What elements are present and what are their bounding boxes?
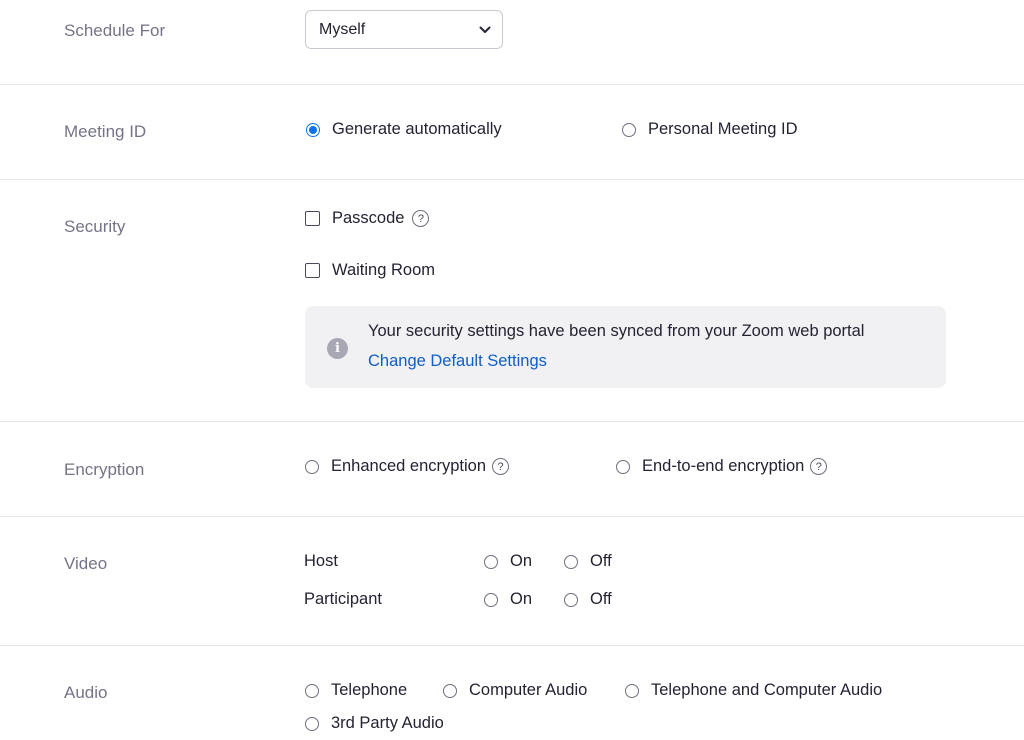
meeting-id-label: Meeting ID	[64, 122, 147, 141]
radio-checked[interactable]	[306, 122, 320, 137]
passcode-checkbox[interactable]: Passcode ?	[305, 209, 430, 228]
enhanced-encryption-radio[interactable]: Enhanced encryption ?	[305, 457, 510, 476]
meeting-id-generate-label: Generate automatically	[332, 120, 502, 138]
video-participant-off-label: Off	[590, 590, 612, 608]
meeting-id-generate-radio[interactable]: Generate automatically	[306, 120, 502, 139]
schedule-for-value: Myself	[319, 21, 366, 38]
divider	[0, 421, 1024, 422]
end-to-end-encryption-label: End-to-end encryption	[642, 457, 805, 475]
audio-computer-label: Computer Audio	[469, 681, 588, 699]
schedule-for-label: Schedule For	[64, 21, 166, 40]
video-host-on-label: On	[510, 552, 533, 570]
security-info-banner: i Your security settings have been synce…	[305, 306, 946, 388]
enhanced-encryption-label: Enhanced encryption	[331, 457, 487, 475]
meeting-id-personal-label: Personal Meeting ID	[648, 120, 798, 138]
audio-telephone-radio[interactable]: Telephone	[305, 681, 407, 700]
radio[interactable]	[564, 592, 578, 607]
video-host-label: Host	[304, 552, 338, 570]
question-circle-icon[interactable]: ?	[810, 458, 828, 475]
security-label: Security	[64, 217, 126, 236]
info-circle-icon: i	[327, 338, 348, 359]
video-host-off-label: Off	[590, 552, 612, 570]
video-host-on-radio[interactable]: On	[484, 552, 532, 571]
divider	[0, 179, 1024, 180]
schedule-for-select[interactable]: Myself	[305, 10, 503, 49]
radio[interactable]	[622, 122, 636, 137]
end-to-end-encryption-radio[interactable]: End-to-end encryption ?	[616, 457, 828, 476]
change-default-settings-link[interactable]: Change Default Settings	[368, 352, 547, 371]
radio[interactable]	[616, 459, 630, 474]
video-participant-on-label: On	[510, 590, 533, 608]
question-circle-icon[interactable]: ?	[412, 210, 430, 227]
radio[interactable]	[305, 683, 319, 698]
radio[interactable]	[443, 683, 457, 698]
divider	[0, 516, 1024, 517]
audio-telephone-and-computer-radio[interactable]: Telephone and Computer Audio	[625, 681, 882, 700]
encryption-label: Encryption	[64, 460, 145, 479]
audio-3rd-party-label: 3rd Party Audio	[331, 714, 444, 732]
video-host-off-radio[interactable]: Off	[564, 552, 612, 571]
checkbox[interactable]	[305, 211, 320, 226]
radio[interactable]	[305, 716, 319, 731]
audio-3rd-party-radio[interactable]: 3rd Party Audio	[305, 714, 444, 733]
radio[interactable]	[625, 683, 639, 698]
divider	[0, 84, 1024, 85]
meeting-id-personal-radio[interactable]: Personal Meeting ID	[622, 120, 798, 139]
audio-telephone-and-computer-label: Telephone and Computer Audio	[651, 681, 883, 699]
chevron-down-icon	[479, 26, 491, 33]
radio[interactable]	[484, 554, 498, 569]
audio-telephone-label: Telephone	[331, 681, 408, 699]
video-participant-off-radio[interactable]: Off	[564, 590, 612, 609]
audio-label: Audio	[64, 683, 108, 702]
video-participant-label: Participant	[304, 590, 382, 608]
checkbox[interactable]	[305, 263, 320, 278]
waiting-room-label: Waiting Room	[332, 261, 436, 279]
waiting-room-checkbox[interactable]: Waiting Room	[305, 261, 435, 280]
question-circle-icon[interactable]: ?	[492, 458, 510, 475]
meeting-settings-form: Schedule For Myself Meeting ID Generate …	[0, 0, 1024, 740]
radio[interactable]	[305, 459, 319, 474]
divider	[0, 645, 1024, 646]
video-participant-on-radio[interactable]: On	[484, 590, 532, 609]
security-info-text: Your security settings have been synced …	[368, 322, 865, 340]
audio-computer-radio[interactable]: Computer Audio	[443, 681, 587, 700]
passcode-label: Passcode	[332, 209, 405, 227]
radio[interactable]	[484, 592, 498, 607]
video-label: Video	[64, 554, 108, 573]
radio[interactable]	[564, 554, 578, 569]
